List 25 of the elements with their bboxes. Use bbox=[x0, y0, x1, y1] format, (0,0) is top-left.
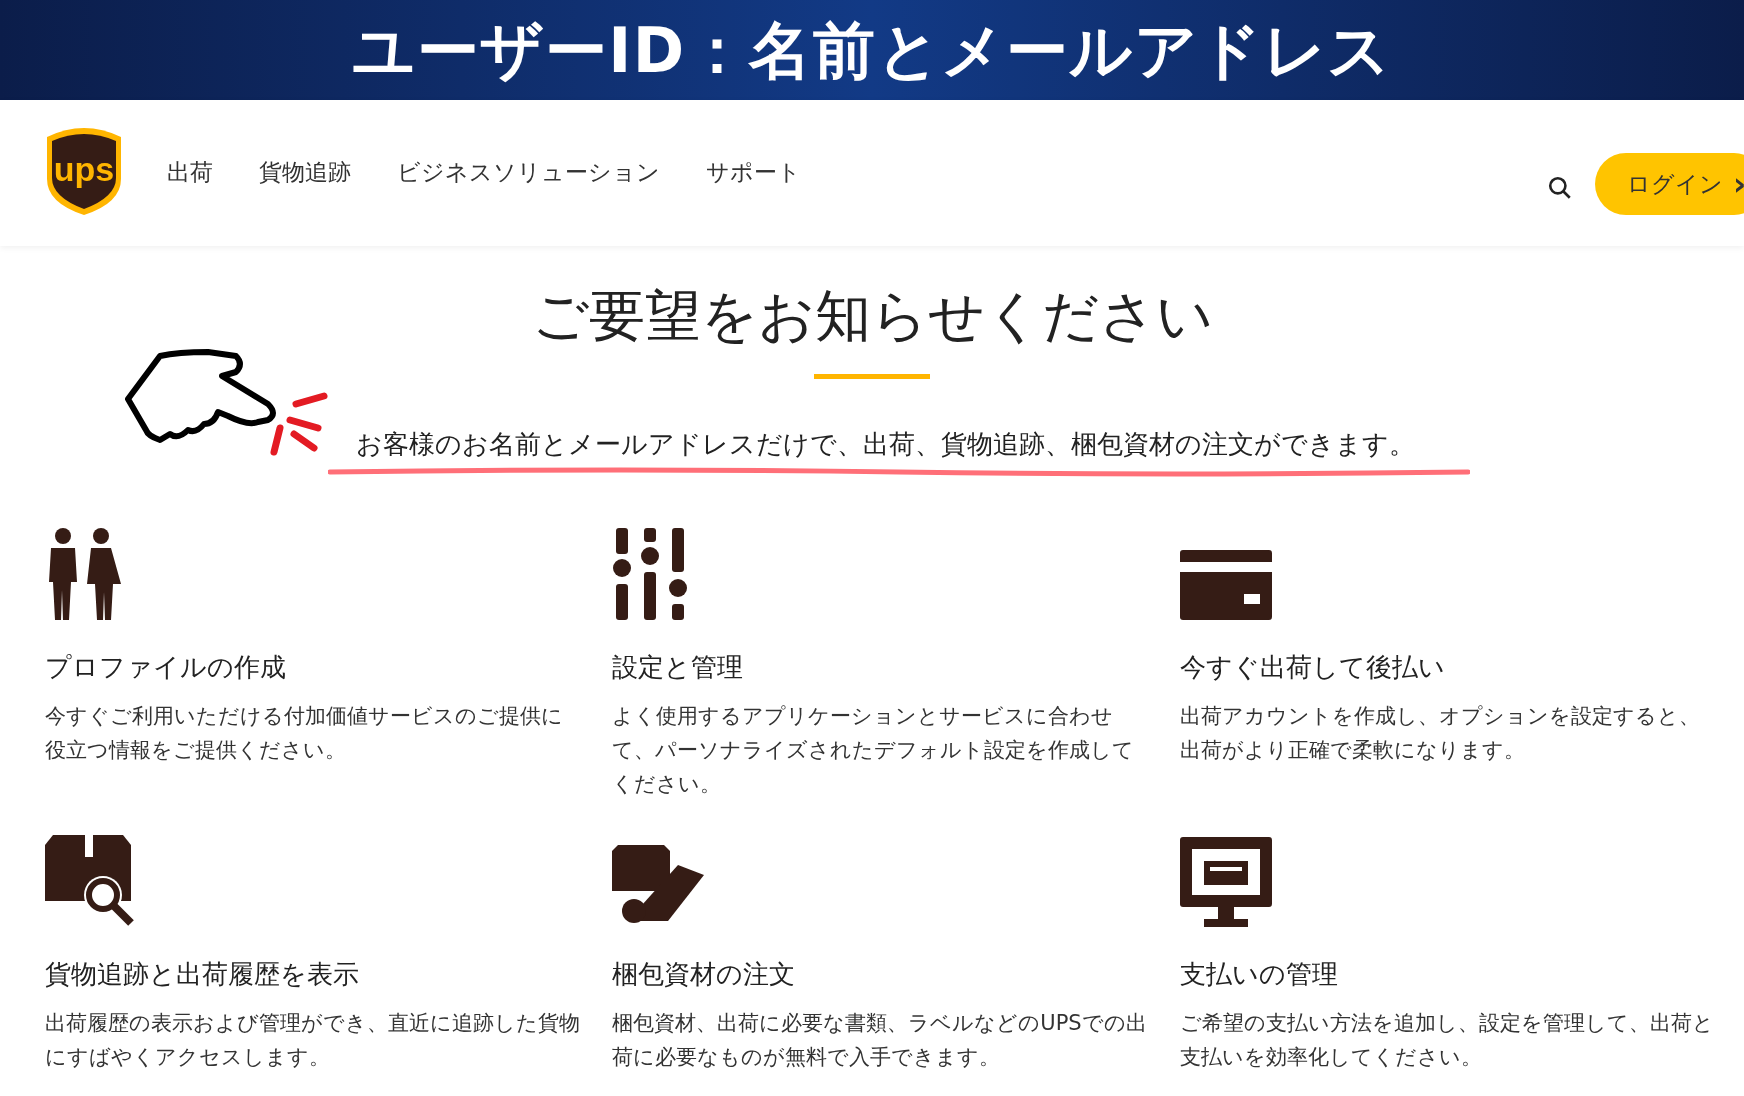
search-icon[interactable] bbox=[1547, 175, 1573, 201]
login-button[interactable]: ログイン › bbox=[1595, 153, 1744, 215]
feature-description: 出荷履歴の表示および管理ができ、直近に追跡した貨物にすばやくアクセスします。 bbox=[45, 1010, 580, 1071]
intro-sentence: お客様のお名前とメールアドレスだけで、出荷、貨物追跡、梱包資材の注文ができます。 bbox=[354, 428, 1416, 461]
nav-link[interactable]: サポート bbox=[706, 155, 801, 190]
feature-title: プロファイルの作成 bbox=[45, 651, 287, 684]
feature-title: 支払いの管理 bbox=[1179, 958, 1339, 991]
feature-title: 梱包資材の注文 bbox=[612, 958, 797, 991]
feature-description: 梱包資材、出荷に必要な書類、ラベルなどのUPSでの出荷に必要なものが無料で入手できます。 bbox=[612, 1010, 1148, 1071]
nav-link[interactable]: ビジネスソリューション bbox=[397, 155, 660, 190]
nav-link[interactable]: 貨物追跡 bbox=[259, 155, 351, 190]
feature-title: 設定と管理 bbox=[612, 651, 745, 684]
feature-description: 出荷アカウントを作成し、オプションを設定すると、出荷がより正確で柔軟になります。 bbox=[1179, 703, 1701, 764]
feature-description: ご希望の支払い方法を追加し、設定を管理して、出荷と支払いを効率化してください。 bbox=[1179, 1010, 1715, 1071]
feature-title: 今すぐ出荷して後払い bbox=[1179, 651, 1446, 684]
feature-description: よく使用するアプリケーションとサービスに合わせて、パーソナライズされたデフォルト設定を作成してください。 bbox=[612, 703, 1136, 798]
monitor-icon bbox=[1179, 837, 1272, 927]
credit-card-icon bbox=[1179, 550, 1272, 620]
nav-link[interactable]: 出荷 bbox=[167, 155, 213, 190]
page-heading: ご要望をお知らせください bbox=[531, 282, 1213, 350]
shield-logo[interactable]: ups bbox=[45, 125, 123, 217]
banner-title: ユーザーID：名前とメールアドレス bbox=[352, 12, 1392, 89]
feature-description: 今すぐご利用いただける付加価値サービスのご提供に役立つ情報をご提供ください。 bbox=[45, 703, 564, 764]
sliders-icon bbox=[612, 528, 689, 620]
feature-title: 貨物追跡と出荷履歴を表示 bbox=[45, 958, 360, 991]
